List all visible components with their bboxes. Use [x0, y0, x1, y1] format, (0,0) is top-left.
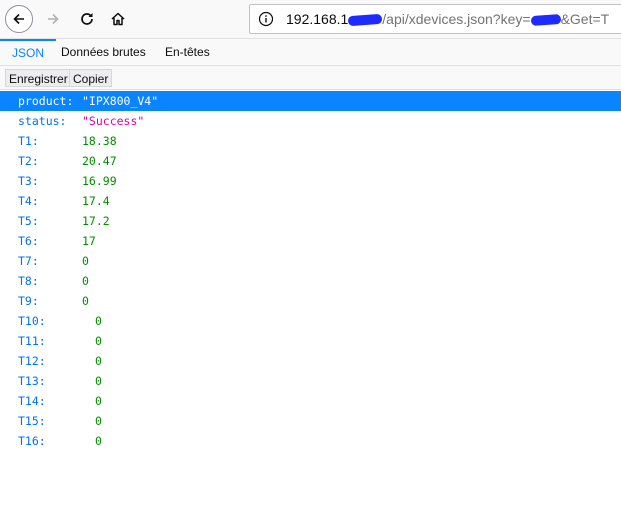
json-value: 20.47: [82, 154, 117, 168]
json-row[interactable]: T12: 0: [0, 351, 621, 371]
json-key: T14:: [18, 394, 46, 408]
json-actions-bar: Enregistrer Copier: [0, 66, 621, 90]
save-button[interactable]: Enregistrer: [5, 69, 72, 87]
info-icon[interactable]: [258, 11, 274, 27]
json-key: T4:: [18, 194, 39, 208]
json-row[interactable]: T14: 0: [0, 391, 621, 411]
json-key: status:: [18, 114, 67, 128]
json-value: 0: [82, 254, 89, 268]
json-row[interactable]: T7: 0: [0, 251, 621, 271]
json-row[interactable]: T2: 20.47: [0, 151, 621, 171]
json-value: 0: [95, 434, 102, 448]
json-row[interactable]: status: "Success": [0, 111, 621, 131]
json-row[interactable]: product: "IPX800_V4": [0, 91, 621, 111]
redacted-key-mark: [530, 14, 561, 27]
tab-headers[interactable]: En-têtes: [153, 39, 222, 65]
json-row[interactable]: T1: 18.38: [0, 131, 621, 151]
tab-json[interactable]: JSON: [0, 39, 57, 67]
arrow-right-icon: [48, 13, 59, 25]
json-key: product:: [18, 94, 74, 108]
json-value: 0: [82, 294, 89, 308]
json-row[interactable]: T13: 0: [0, 371, 621, 391]
json-key: T15:: [18, 414, 46, 428]
json-key: T6:: [18, 234, 39, 248]
tab-raw-data[interactable]: Données brutes: [49, 39, 158, 65]
json-key: T13:: [18, 374, 46, 388]
json-value: 0: [95, 394, 102, 408]
json-key: T3:: [18, 174, 39, 188]
json-key: T7:: [18, 254, 39, 268]
json-row[interactable]: T3: 16.99: [0, 171, 621, 191]
json-row[interactable]: T6: 17: [0, 231, 621, 251]
json-key: T16:: [18, 434, 46, 448]
json-key: T8:: [18, 274, 39, 288]
json-row[interactable]: T5: 17.2: [0, 211, 621, 231]
reload-icon: [81, 13, 93, 25]
json-key: T5:: [18, 214, 39, 228]
json-value: "IPX800_V4": [82, 94, 159, 108]
viewer-tabs: JSON Données brutes En-têtes: [0, 38, 621, 66]
reload-button[interactable]: [73, 5, 101, 33]
copy-button[interactable]: Copier: [69, 69, 113, 87]
json-row[interactable]: T8: 0: [0, 271, 621, 291]
json-tree: product: "IPX800_V4" status: "Success" T1: 18…: [0, 91, 621, 451]
json-value: 0: [82, 274, 89, 288]
redacted-ip-mark: [347, 14, 383, 27]
json-value: 0: [95, 314, 102, 328]
json-key: T10:: [18, 314, 46, 328]
json-value: 0: [95, 374, 102, 388]
json-row[interactable]: T11: 0: [0, 331, 621, 351]
browser-toolbar: 192.168.1/api/xdevices.json?key= &Get=T: [0, 0, 621, 38]
url-tail: &Get=T: [560, 11, 610, 27]
url-path: /api/xdevices.json?key=: [382, 11, 531, 27]
url-text: 192.168.1/api/xdevices.json?key= &Get=T: [286, 11, 609, 27]
url-host: 192.168.1: [286, 11, 349, 27]
json-row[interactable]: T16: 0: [0, 431, 621, 451]
json-key: T1:: [18, 134, 39, 148]
json-row[interactable]: T15: 0: [0, 411, 621, 431]
json-value: 17: [82, 234, 96, 248]
json-value: 0: [95, 414, 102, 428]
json-value: "Success": [82, 114, 145, 128]
home-icon: [111, 12, 125, 26]
home-button[interactable]: [104, 5, 132, 33]
back-button[interactable]: [5, 5, 33, 33]
json-key: T2:: [18, 154, 39, 168]
json-row[interactable]: T9: 0: [0, 291, 621, 311]
json-key: T11:: [18, 334, 46, 348]
json-row[interactable]: T10: 0: [0, 311, 621, 331]
json-value: 16.99: [82, 174, 117, 188]
json-value: 18.38: [82, 134, 117, 148]
forward-button[interactable]: [39, 5, 67, 33]
json-value: 0: [95, 334, 102, 348]
url-bar[interactable]: 192.168.1/api/xdevices.json?key= &Get=T: [249, 4, 621, 34]
json-value: 17.4: [82, 194, 110, 208]
json-row[interactable]: T4: 17.4: [0, 191, 621, 211]
json-key: T9:: [18, 294, 39, 308]
json-value: 17.2: [82, 214, 110, 228]
json-value: 0: [95, 354, 102, 368]
arrow-left-icon: [13, 13, 24, 25]
json-key: T12:: [18, 354, 46, 368]
